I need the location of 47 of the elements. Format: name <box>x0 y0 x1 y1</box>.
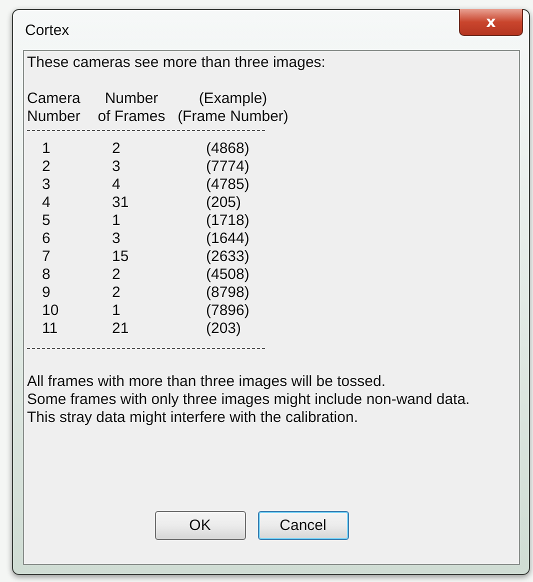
note-text: All frames with more than three images will be tossed. <box>27 373 386 391</box>
table-cell-text: 2 <box>112 140 122 158</box>
table-cell-text: 1 <box>112 302 122 320</box>
table-cell: (8798) <box>206 284 250 302</box>
table-cell: (205) <box>206 194 242 212</box>
table-cell-text: 2 <box>112 266 122 284</box>
table-cell-text: 21 <box>112 320 130 338</box>
table-cell: (4508) <box>206 266 250 284</box>
table-cell-text: 4 <box>42 194 52 212</box>
table-cell-text: 9 <box>42 284 52 302</box>
table-cell: (2633) <box>206 248 250 266</box>
table-cell-text: 2 <box>112 284 122 302</box>
table-cell-text: 3 <box>112 158 122 176</box>
column-header: Number <box>104 90 160 108</box>
table-cell-text: 15 <box>112 248 130 266</box>
ok-button[interactable]: OK <box>154 511 246 540</box>
table-cell-text: 2 <box>42 158 52 176</box>
table-cell: (1718) <box>206 212 250 230</box>
column-header: (Example) <box>198 90 268 108</box>
table-cell: (203) <box>206 320 242 338</box>
column-header: Number <box>27 108 82 126</box>
table-cell-text: 3 <box>42 176 52 194</box>
table-cell: (4868) <box>206 140 250 158</box>
table-cell-text: 1 <box>42 140 52 158</box>
table-cell-text: 10 <box>42 302 60 320</box>
close-button[interactable]: x <box>459 9 523 36</box>
table-cell: (1644) <box>206 230 250 248</box>
table-cell-text: 11 <box>42 320 59 338</box>
column-header: Camera <box>27 90 82 108</box>
note-text: This stray data might interfere with the calibration. <box>27 409 359 427</box>
table-cell-text: 8 <box>42 266 52 284</box>
table-cell-text: 3 <box>112 230 122 248</box>
column-header: of Frames <box>96 108 166 126</box>
message-text: These cameras see more than three images: <box>27 54 326 72</box>
table-cell-text: 6 <box>42 230 52 248</box>
note-text: Some frames with only three images might include non-wand data. <box>27 391 471 409</box>
table-cell-text: 31 <box>112 194 130 212</box>
table-cell-text: 7 <box>42 248 52 266</box>
cancel-button[interactable]: Cancel <box>258 511 348 540</box>
table-cell-text: 1 <box>112 212 122 230</box>
table-cell-text: 5 <box>42 212 52 230</box>
table-cell: (7896) <box>206 302 250 320</box>
column-header: (Frame Number) <box>176 108 290 126</box>
table-cell: (4785) <box>206 176 250 194</box>
table-cell-text: 4 <box>112 176 122 194</box>
window-title: Cortex <box>25 22 70 38</box>
table-cell: (7774) <box>206 158 250 176</box>
